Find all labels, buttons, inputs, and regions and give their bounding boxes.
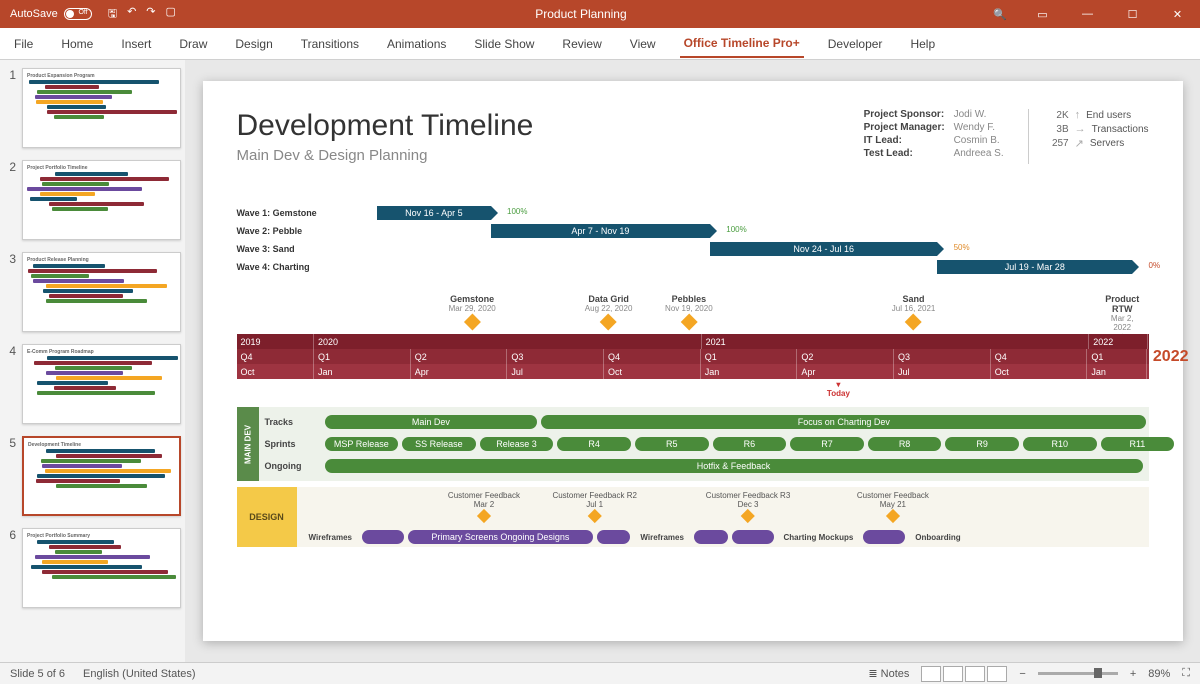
maindev-lane-label: MAIN DEV — [237, 407, 259, 481]
milestones-row: GemstoneMar 29, 2020Data GridAug 22, 202… — [237, 294, 1149, 334]
search-icon[interactable]: 🔍 — [980, 8, 1020, 21]
zoom-out-icon[interactable]: − — [1019, 668, 1025, 680]
year-end-label: 2022 — [1153, 348, 1189, 366]
tab-help[interactable]: Help — [906, 31, 939, 57]
slide-thumbnail[interactable]: Product Release Planning — [22, 252, 181, 332]
tab-view[interactable]: View — [626, 31, 660, 57]
ribbon-options-icon[interactable]: ▭ — [1020, 0, 1065, 28]
slide-subtitle: Main Dev & Design Planning — [237, 147, 534, 164]
slide-title: Development Timeline — [237, 109, 534, 143]
slide-content[interactable]: Development Timeline Main Dev & Design P… — [203, 81, 1183, 641]
sorter-view-icon[interactable] — [943, 666, 963, 682]
slideshow-icon[interactable]: ▢ — [166, 5, 176, 24]
fit-view-icon[interactable]: ⛶ — [1182, 667, 1190, 680]
slide-thumbnail[interactable]: Product Expansion Program — [22, 68, 181, 148]
status-bar: Slide 5 of 6 English (United States) ≣ N… — [0, 662, 1200, 684]
tab-file[interactable]: File — [10, 31, 37, 57]
save-icon[interactable]: 🖫 — [108, 5, 117, 24]
slide-thumbnail[interactable]: E-Comm Program Roadmap — [22, 344, 181, 424]
language-indicator[interactable]: English (United States) — [83, 668, 196, 680]
maximize-icon[interactable]: ☐ — [1110, 0, 1155, 28]
title-bar: AutoSave Off 🖫 ↶ ↷ ▢ Product Planning 🔍 … — [0, 0, 1200, 28]
close-icon[interactable]: ✕ — [1155, 0, 1200, 28]
tab-animations[interactable]: Animations — [383, 31, 450, 57]
design-lane-label: DESIGN — [237, 487, 297, 547]
today-marker: Today — [827, 380, 850, 398]
tab-design[interactable]: Design — [231, 31, 276, 57]
zoom-slider[interactable] — [1038, 672, 1118, 675]
project-meta: Project Sponsor:Jodi W.Project Manager:W… — [864, 109, 1149, 164]
design-lane: DESIGN Customer FeedbackMar 2Customer Fe… — [237, 487, 1149, 547]
tab-home[interactable]: Home — [57, 31, 97, 57]
maindev-lane: MAIN DEV TracksMain DevFocus on Charting… — [237, 407, 1149, 481]
minimize-icon[interactable]: — — [1065, 0, 1110, 28]
slideshow-view-icon[interactable] — [987, 666, 1007, 682]
waves-section: Wave 1: GemstoneNov 16 - Apr 5100%Wave 2… — [237, 204, 1149, 276]
time-band: 2019202020212022 Q4Q1Q2Q3Q4Q1Q2Q3Q4Q1 Oc… — [237, 334, 1149, 379]
redo-icon[interactable]: ↷ — [146, 5, 155, 24]
tab-review[interactable]: Review — [558, 31, 605, 57]
slide-thumbnail[interactable]: Project Portfolio Summary — [22, 528, 181, 608]
tab-developer[interactable]: Developer — [824, 31, 887, 57]
undo-icon[interactable]: ↶ — [127, 5, 136, 24]
slide-canvas: Development Timeline Main Dev & Design P… — [185, 60, 1200, 662]
tab-draw[interactable]: Draw — [175, 31, 211, 57]
tab-office-timeline-pro-[interactable]: Office Timeline Pro+ — [680, 30, 804, 58]
autosave-toggle[interactable]: AutoSave Off — [0, 8, 102, 20]
normal-view-icon[interactable] — [921, 666, 941, 682]
slide-thumbnails: 1Product Expansion Program2Project Portf… — [0, 60, 185, 662]
reading-view-icon[interactable] — [965, 666, 985, 682]
ribbon-tabs: File Home Insert Draw Design Transitions Anima… — [0, 28, 1200, 60]
tab-slide-show[interactable]: Slide Show — [470, 31, 538, 57]
notes-button[interactable]: ≣ Notes — [868, 667, 909, 680]
slide-thumbnail[interactable]: Project Portfolio Timeline — [22, 160, 181, 240]
slide-thumbnail[interactable]: Development Timeline — [22, 436, 181, 516]
tab-transitions[interactable]: Transitions — [297, 31, 363, 57]
slide-counter: Slide 5 of 6 — [10, 668, 65, 680]
zoom-level[interactable]: 89% — [1148, 668, 1170, 680]
zoom-in-icon[interactable]: + — [1130, 668, 1136, 680]
window-title: Product Planning — [182, 7, 980, 21]
tab-insert[interactable]: Insert — [117, 31, 155, 57]
